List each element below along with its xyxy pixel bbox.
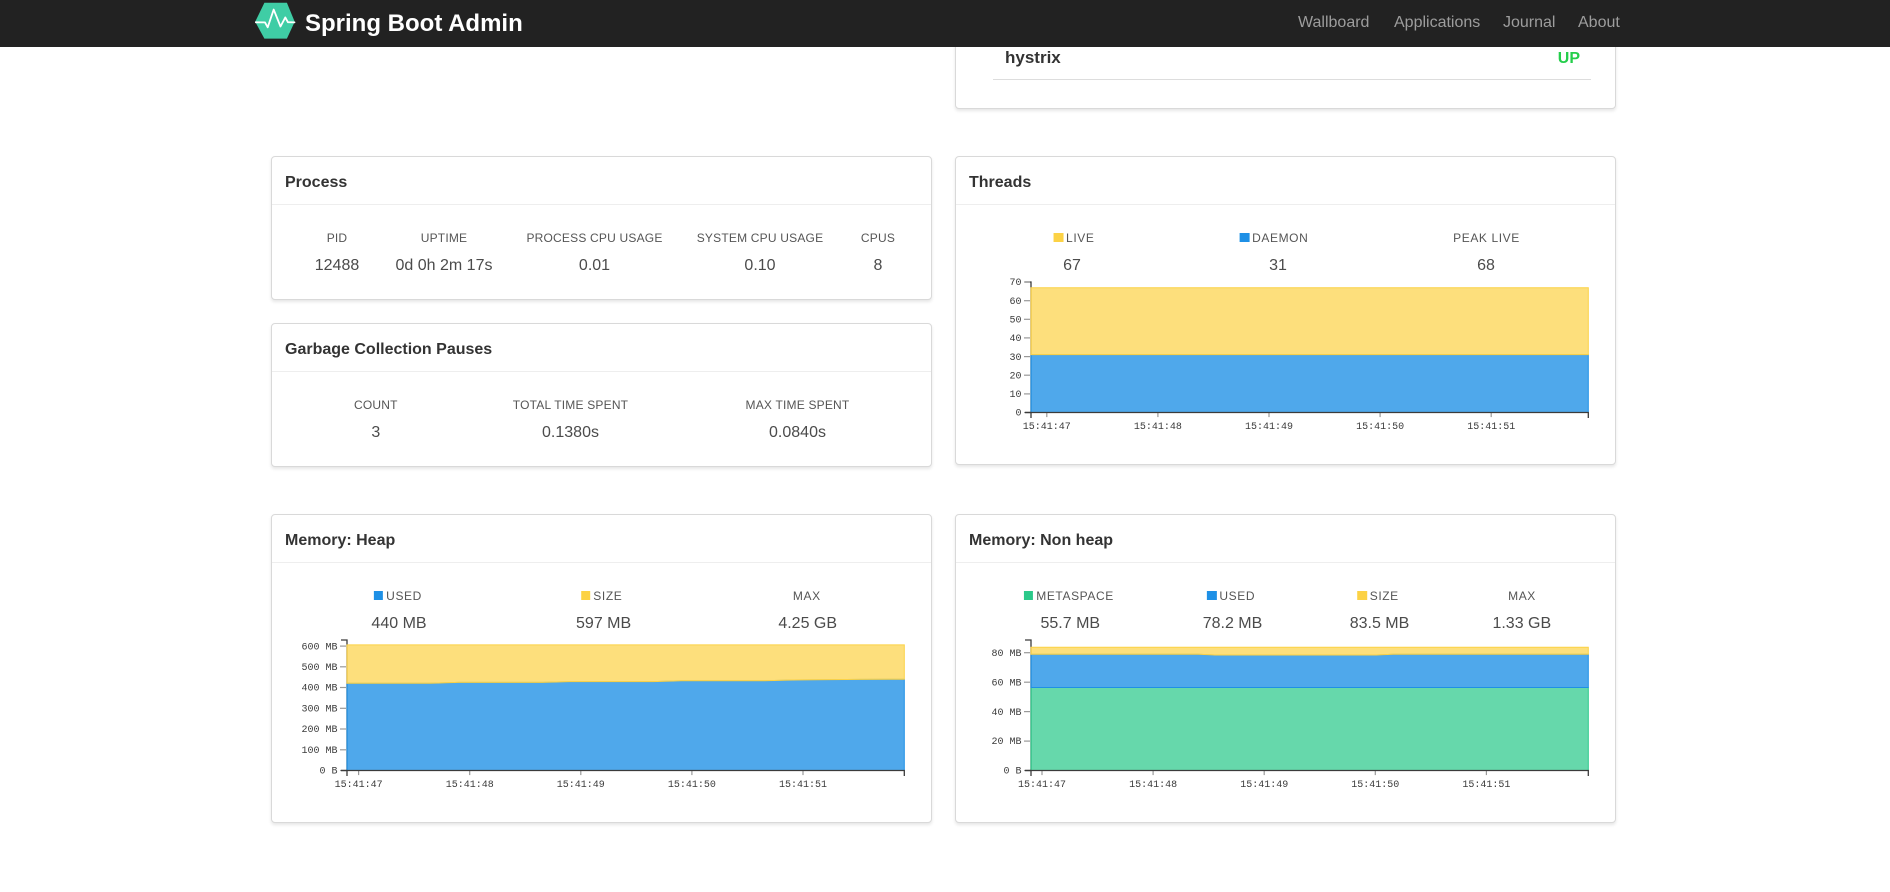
svg-text:500 MB: 500 MB	[301, 663, 337, 674]
svg-text:40 MB: 40 MB	[991, 708, 1021, 719]
svg-text:15:41:49: 15:41:49	[1240, 780, 1288, 791]
svg-text:15:41:51: 15:41:51	[779, 780, 827, 791]
svg-text:15:41:47: 15:41:47	[1018, 780, 1066, 791]
svg-text:20: 20	[1009, 371, 1021, 382]
svg-text:15:41:48: 15:41:48	[1129, 780, 1177, 791]
svg-text:0 B: 0 B	[319, 767, 337, 778]
svg-text:15:41:51: 15:41:51	[1462, 780, 1510, 791]
svg-text:15:41:49: 15:41:49	[1245, 422, 1293, 433]
svg-text:200 MB: 200 MB	[301, 725, 337, 736]
svg-text:40: 40	[1009, 334, 1021, 345]
svg-text:15:41:48: 15:41:48	[1134, 422, 1182, 433]
svg-text:15:41:51: 15:41:51	[1467, 422, 1515, 433]
svg-text:400 MB: 400 MB	[301, 684, 337, 695]
svg-text:80 MB: 80 MB	[991, 649, 1021, 660]
svg-text:70: 70	[1009, 278, 1021, 289]
svg-text:600 MB: 600 MB	[301, 642, 337, 653]
svg-text:60: 60	[1009, 297, 1021, 308]
svg-text:0: 0	[1015, 409, 1021, 420]
svg-text:100 MB: 100 MB	[301, 746, 337, 757]
svg-text:10: 10	[1009, 390, 1021, 401]
svg-text:15:41:50: 15:41:50	[1351, 780, 1399, 791]
svg-text:15:41:48: 15:41:48	[446, 780, 494, 791]
svg-text:15:41:50: 15:41:50	[668, 780, 716, 791]
svg-text:15:41:49: 15:41:49	[557, 780, 605, 791]
svg-text:15:41:47: 15:41:47	[1023, 422, 1071, 433]
svg-text:60 MB: 60 MB	[991, 678, 1021, 689]
svg-text:15:41:50: 15:41:50	[1356, 422, 1404, 433]
svg-text:15:41:47: 15:41:47	[335, 780, 383, 791]
svg-text:20 MB: 20 MB	[991, 737, 1021, 748]
svg-text:0 B: 0 B	[1003, 767, 1021, 778]
svg-text:30: 30	[1009, 353, 1021, 364]
svg-text:50: 50	[1009, 316, 1021, 327]
svg-text:300 MB: 300 MB	[301, 705, 337, 716]
